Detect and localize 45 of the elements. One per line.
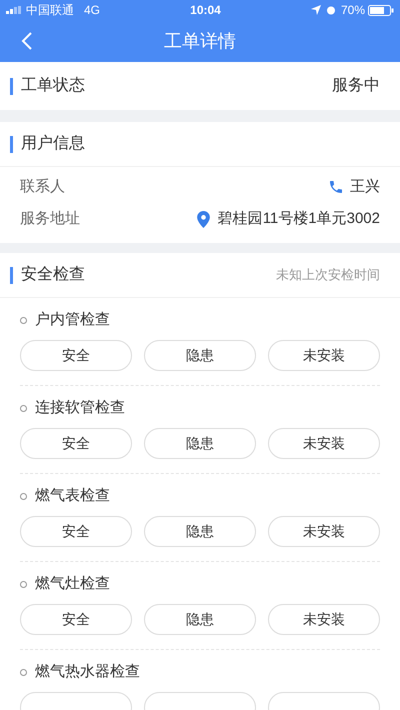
section-marker — [10, 266, 13, 284]
option-button[interactable]: 未安装 — [268, 428, 380, 459]
last-check-note: 未知上次安检时间 — [276, 266, 380, 284]
option-button[interactable]: 未安装 — [268, 340, 380, 371]
address-text: 碧桂园11号楼1单元3002 — [218, 208, 380, 229]
location-arrow-icon — [310, 5, 321, 15]
option-button[interactable]: 安全 — [20, 428, 132, 459]
section-marker — [10, 78, 13, 94]
battery-text: 70% — [340, 2, 365, 19]
bullet-icon — [20, 668, 27, 676]
phone-icon[interactable] — [328, 179, 344, 195]
bullet-icon — [20, 492, 27, 500]
section-title: 安全检查 — [21, 264, 85, 285]
option-button[interactable]: 安全 — [20, 340, 132, 371]
option-button[interactable]: 未安装 — [268, 604, 380, 635]
option-button[interactable]: 未安装 — [268, 516, 380, 547]
bullet-icon — [20, 580, 27, 588]
section-marker — [10, 136, 13, 152]
option-button[interactable]: 安全 — [20, 516, 132, 547]
location-pin-icon — [196, 210, 210, 228]
page-title: 工单详情 — [164, 30, 236, 52]
carrier-text: 中国联通 — [26, 2, 74, 19]
option-button[interactable]: 隐患 — [144, 604, 256, 635]
clock-text: 10:04 — [190, 2, 221, 19]
check-item-title: 燃气热水器检查 — [35, 662, 140, 682]
section-title: 用户信息 — [21, 134, 85, 154]
signal-icon — [6, 6, 24, 14]
option-button[interactable]: 隐患 — [144, 428, 256, 459]
option-button[interactable]: 隐患 — [144, 516, 256, 547]
check-item-title: 燃气表检查 — [35, 486, 110, 506]
option-button[interactable]: 隐患 — [144, 340, 256, 371]
field-label: 服务地址 — [20, 208, 80, 229]
check-item-title: 户内管检查 — [35, 310, 110, 330]
bullet-icon — [20, 316, 27, 324]
check-item-title: 连接软管检查 — [35, 398, 125, 418]
battery-icon — [368, 4, 394, 16]
status-value: 服务中 — [332, 76, 380, 96]
option-button[interactable]: 安全 — [20, 604, 132, 635]
section-title: 工单状态 — [21, 76, 85, 96]
field-label: 联系人 — [20, 176, 65, 197]
back-icon — [21, 31, 33, 51]
check-item-title: 燃气灶检查 — [35, 574, 110, 594]
bullet-icon — [20, 404, 27, 412]
network-text: 4G — [84, 2, 100, 19]
contact-name: 王兴 — [350, 176, 380, 197]
